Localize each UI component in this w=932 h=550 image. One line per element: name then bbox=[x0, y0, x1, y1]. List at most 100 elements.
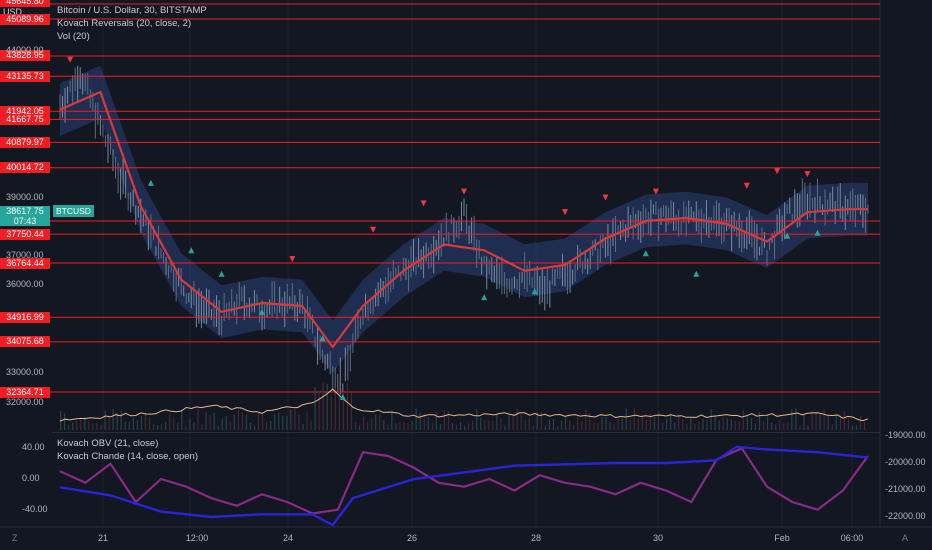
volume-bar bbox=[750, 417, 753, 430]
sell-signal-marker bbox=[774, 168, 781, 175]
volume-bar bbox=[177, 422, 179, 430]
buy-signal-marker bbox=[642, 250, 649, 257]
volume-bar bbox=[532, 425, 534, 430]
obv-axis-label: -19000.00 bbox=[885, 430, 926, 440]
volume-bar bbox=[762, 421, 765, 430]
indicator-legend-chande[interactable]: Kovach Chande (14, close, open) bbox=[57, 450, 198, 463]
time-axis-label: 28 bbox=[530, 533, 542, 543]
volume-bar bbox=[819, 414, 821, 430]
level-tag-partial: 45645.80 bbox=[0, 0, 50, 7]
volume-bar bbox=[367, 422, 369, 430]
volume-bar bbox=[156, 425, 159, 430]
volume-bar bbox=[480, 417, 482, 430]
chart-title: Bitcoin / U.S. Dollar, 30, BITSTAMP bbox=[57, 5, 207, 16]
volume-bar bbox=[237, 409, 239, 430]
volume-bar bbox=[132, 417, 134, 430]
volume-bar bbox=[742, 410, 744, 430]
volume-bar bbox=[326, 384, 328, 430]
volume-bar bbox=[746, 415, 748, 430]
volume-bar bbox=[185, 425, 187, 430]
volume-bar bbox=[124, 421, 126, 430]
sell-signal-marker bbox=[67, 56, 74, 63]
price-axis-label: 36000.00 bbox=[6, 279, 44, 290]
volume-bar bbox=[80, 419, 82, 430]
volume-bar bbox=[508, 413, 510, 430]
volume-bar bbox=[346, 382, 349, 430]
volume-bar bbox=[266, 422, 268, 430]
volume-bar bbox=[298, 414, 300, 430]
volume-bar bbox=[108, 416, 110, 430]
level-tag: 41667.75 bbox=[0, 113, 50, 125]
volume-bar bbox=[698, 421, 700, 430]
volume-bar bbox=[152, 424, 155, 430]
volume-bar bbox=[694, 423, 696, 430]
level-tag: 34075.68 bbox=[0, 336, 50, 348]
volume-bar bbox=[375, 414, 377, 430]
indicator-legend-reversals[interactable]: Kovach Reversals (20, close, 2) bbox=[57, 17, 191, 30]
volume-bar bbox=[702, 418, 704, 430]
sell-signal-marker bbox=[461, 188, 467, 195]
volume-bar bbox=[464, 425, 466, 430]
volume-bar bbox=[783, 423, 785, 430]
volume-bar bbox=[835, 413, 837, 430]
volume-bar bbox=[431, 422, 433, 430]
sell-signal-marker bbox=[289, 256, 296, 263]
volume-bar bbox=[205, 412, 207, 430]
chart-stage[interactable] bbox=[0, 0, 932, 550]
volume-bar bbox=[791, 409, 793, 430]
volume-bar bbox=[310, 420, 312, 430]
sell-signal-marker bbox=[804, 171, 811, 178]
volume-bar bbox=[468, 423, 470, 430]
volume-bar bbox=[540, 411, 542, 430]
volume-bar bbox=[754, 423, 757, 430]
indicator-legend-obv[interactable]: Kovach OBV (21, close) bbox=[57, 437, 158, 450]
volume-bar bbox=[407, 422, 409, 430]
volume-bar bbox=[165, 422, 167, 430]
timezone-toggle[interactable]: Z bbox=[12, 533, 18, 543]
pane-separator[interactable] bbox=[52, 432, 880, 433]
volume-bar bbox=[120, 411, 122, 430]
auto-scale-toggle[interactable]: A bbox=[902, 533, 908, 543]
buy-signal-marker bbox=[218, 270, 225, 277]
volume-bar bbox=[209, 414, 211, 430]
volume-bar bbox=[411, 420, 413, 430]
price-axis-label: 32000.00 bbox=[6, 396, 44, 407]
volume-bar bbox=[827, 415, 829, 430]
volume-bar bbox=[855, 425, 858, 430]
volume-bar bbox=[544, 425, 546, 430]
sell-signal-marker bbox=[562, 209, 568, 216]
indicator-legend-volume[interactable]: Vol (20) bbox=[57, 30, 90, 43]
time-axis-label: 24 bbox=[282, 533, 294, 543]
volume-bar bbox=[637, 419, 639, 430]
volume-bar bbox=[601, 417, 603, 430]
volume-bar bbox=[585, 409, 587, 430]
volume-bar bbox=[621, 418, 623, 430]
chande-axis-label: 0.00 bbox=[22, 473, 40, 483]
sell-signal-marker bbox=[420, 200, 427, 207]
price-axis-label: 37000.00 bbox=[6, 250, 44, 261]
volume-bar bbox=[128, 421, 130, 430]
volume-bar bbox=[682, 419, 684, 430]
price-axis-label: 44000.00 bbox=[6, 44, 44, 55]
volume-bar bbox=[161, 423, 163, 430]
volume-bar bbox=[294, 408, 296, 430]
volume-bar bbox=[674, 422, 676, 430]
volume-bar bbox=[710, 409, 712, 430]
volume-bar bbox=[383, 419, 385, 430]
volume-bar bbox=[476, 409, 478, 430]
volume-bar bbox=[556, 425, 559, 430]
volume-bar bbox=[516, 408, 518, 430]
obv-axis-label: -21000.00 bbox=[885, 484, 926, 494]
volume-bar bbox=[734, 421, 736, 430]
volume-bar bbox=[795, 408, 797, 430]
volume-bar bbox=[229, 421, 231, 430]
volume-bar bbox=[690, 416, 692, 430]
volume-bar bbox=[633, 408, 635, 430]
volume-bar bbox=[548, 420, 551, 430]
volume-bar bbox=[221, 418, 223, 430]
chart-canvas[interactable] bbox=[0, 0, 932, 550]
volume-bar bbox=[666, 418, 668, 430]
volume-bar bbox=[399, 422, 401, 430]
volume-bar bbox=[847, 417, 849, 430]
volume-bar bbox=[528, 418, 530, 430]
